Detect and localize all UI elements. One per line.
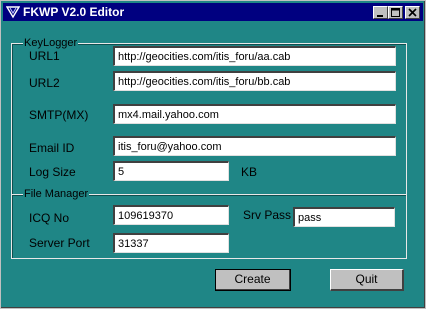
icq-label: ICQ No — [29, 211, 70, 225]
srvpass-label: Srv Pass — [243, 208, 292, 222]
logsize-unit-label: KB — [241, 165, 258, 179]
close-icon — [408, 8, 417, 17]
srvpass-field[interactable] — [293, 207, 395, 227]
smtp-label: SMTP(MX) — [29, 108, 89, 122]
icq-field[interactable] — [113, 205, 229, 225]
create-button[interactable]: Create — [215, 269, 291, 291]
url2-label: URL2 — [29, 76, 60, 90]
server-port-field[interactable] — [113, 233, 229, 253]
server-port-label: Server Port — [29, 236, 90, 250]
app-icon[interactable] — [5, 5, 21, 19]
editor-window: FKWP V2.0 Editor KeyLogger URL1 URL2 SMT… — [0, 0, 426, 309]
window-title: FKWP V2.0 Editor — [23, 5, 125, 19]
keylogger-group-label: KeyLogger — [23, 37, 79, 49]
url1-field[interactable] — [113, 46, 396, 66]
title-bar[interactable]: FKWP V2.0 Editor — [3, 3, 423, 21]
file-manager-group-label: File Manager — [23, 188, 90, 200]
maximize-icon — [391, 8, 400, 17]
logsize-label: Log Size — [29, 165, 76, 179]
logsize-field[interactable] — [113, 161, 229, 181]
smtp-field[interactable] — [113, 104, 396, 124]
close-button[interactable] — [405, 6, 420, 19]
minimize-button[interactable] — [373, 6, 388, 19]
minimize-icon — [377, 15, 383, 17]
maximize-button[interactable] — [388, 6, 403, 19]
email-field[interactable] — [113, 136, 396, 156]
quit-button[interactable]: Quit — [330, 269, 404, 291]
url2-field[interactable] — [113, 71, 396, 91]
url1-label: URL1 — [29, 49, 60, 63]
email-label: Email ID — [29, 141, 75, 155]
